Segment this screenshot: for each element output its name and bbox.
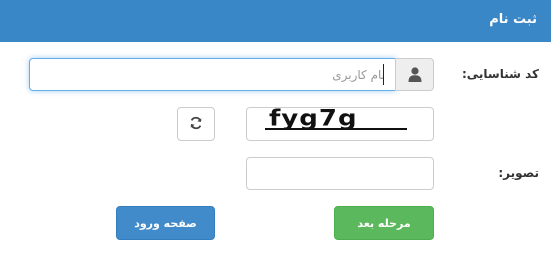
image-label: تصویر: — [498, 166, 539, 180]
user-icon — [395, 58, 434, 91]
id-label: کد شناسایی: — [461, 67, 539, 81]
login-page-label: صفحه ورود — [134, 216, 197, 230]
next-step-button[interactable]: مرحله بعد — [334, 206, 434, 240]
login-page-button[interactable]: صفحه ورود — [116, 206, 215, 240]
refresh-icon — [189, 115, 203, 134]
panel-header: ثبت نام — [0, 0, 551, 42]
text-cursor — [383, 64, 384, 85]
captcha-image: fyg7g — [246, 107, 434, 141]
next-step-label: مرحله بعد — [357, 216, 411, 230]
panel-title: ثبت نام — [489, 12, 537, 27]
refresh-captcha-button[interactable] — [177, 107, 215, 141]
captcha-input[interactable] — [246, 157, 434, 190]
registration-page: ثبت نام کد شناسایی: fyg7g تصویر: مرحله — [0, 0, 551, 269]
username-input[interactable] — [29, 58, 396, 91]
captcha-noise-line — [265, 128, 407, 130]
username-input-group — [29, 58, 434, 91]
